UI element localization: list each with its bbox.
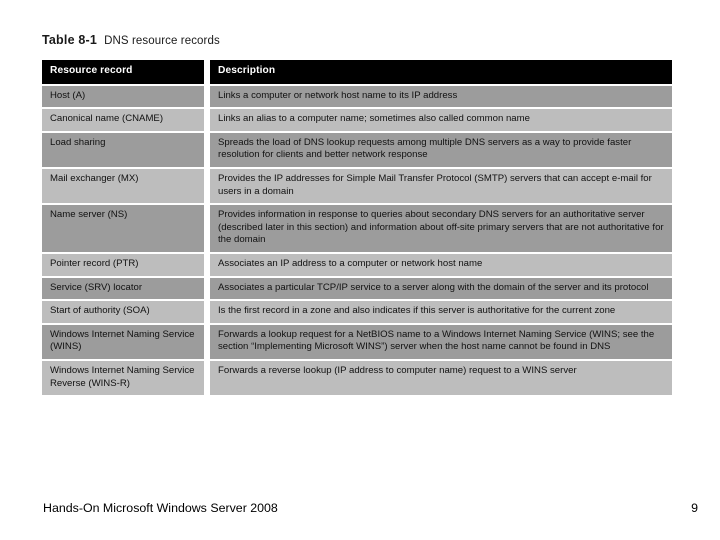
cell-description: Spreads the load of DNS lookup requests … — [210, 130, 672, 167]
table-row: Name server (NS) Provides information in… — [42, 203, 672, 252]
cell-resource-record: Mail exchanger (MX) — [42, 166, 210, 204]
table-caption-text: DNS resource records — [104, 35, 220, 47]
cell-resource-record: Pointer record (PTR) — [42, 251, 210, 276]
cell-resource-record: Canonical name (CNAME) — [42, 107, 210, 131]
footer-book-title: Hands-On Microsoft Windows Server 2008 — [43, 501, 278, 515]
cell-resource-record: Host (A) — [42, 83, 210, 108]
column-header-description: Description — [210, 60, 672, 84]
cell-resource-record: Windows Internet Naming Service (WINS) — [42, 322, 210, 359]
cell-description: Provides the IP addresses for Simple Mai… — [210, 166, 672, 204]
dns-resource-records-table: Resource record Description Host (A) Lin… — [42, 60, 672, 396]
table-row: Host (A) Links a computer or network hos… — [42, 83, 672, 108]
cell-resource-record: Load sharing — [42, 130, 210, 167]
cell-description: Forwards a lookup request for a NetBIOS … — [210, 322, 672, 359]
cell-description: Provides information in response to quer… — [210, 203, 672, 252]
cell-description: Associates an IP address to a computer o… — [210, 251, 672, 276]
table-row: Start of authority (SOA) Is the first re… — [42, 299, 672, 323]
table-row: Windows Internet Naming Service Reverse … — [42, 358, 672, 396]
table-row: Mail exchanger (MX) Provides the IP addr… — [42, 166, 672, 204]
table-row: Service (SRV) locator Associates a parti… — [42, 275, 672, 300]
column-header-resource-record: Resource record — [42, 60, 210, 84]
cell-resource-record: Name server (NS) — [42, 203, 210, 252]
footer-page-number: 9 — [691, 501, 698, 515]
cell-resource-record: Windows Internet Naming Service Reverse … — [42, 358, 210, 396]
table-body: Host (A) Links a computer or network hos… — [42, 83, 672, 396]
table-row: Windows Internet Naming Service (WINS) F… — [42, 322, 672, 359]
cell-resource-record: Service (SRV) locator — [42, 275, 210, 300]
table-caption: Table 8-1 DNS resource records — [42, 33, 220, 47]
slide: Table 8-1 DNS resource records Resource r… — [0, 0, 720, 540]
table-row: Pointer record (PTR) Associates an IP ad… — [42, 251, 672, 276]
cell-description: Associates a particular TCP/IP service t… — [210, 275, 672, 300]
table-caption-label: Table 8-1 — [42, 33, 98, 47]
cell-description: Links an alias to a computer name; somet… — [210, 107, 672, 131]
table-row: Canonical name (CNAME) Links an alias to… — [42, 107, 672, 131]
table-row: Load sharing Spreads the load of DNS loo… — [42, 130, 672, 167]
table-header-row: Resource record Description — [42, 60, 672, 84]
cell-description: Forwards a reverse lookup (IP address to… — [210, 358, 672, 396]
cell-description: Links a computer or network host name to… — [210, 83, 672, 108]
cell-resource-record: Start of authority (SOA) — [42, 299, 210, 323]
cell-description: Is the first record in a zone and also i… — [210, 299, 672, 323]
